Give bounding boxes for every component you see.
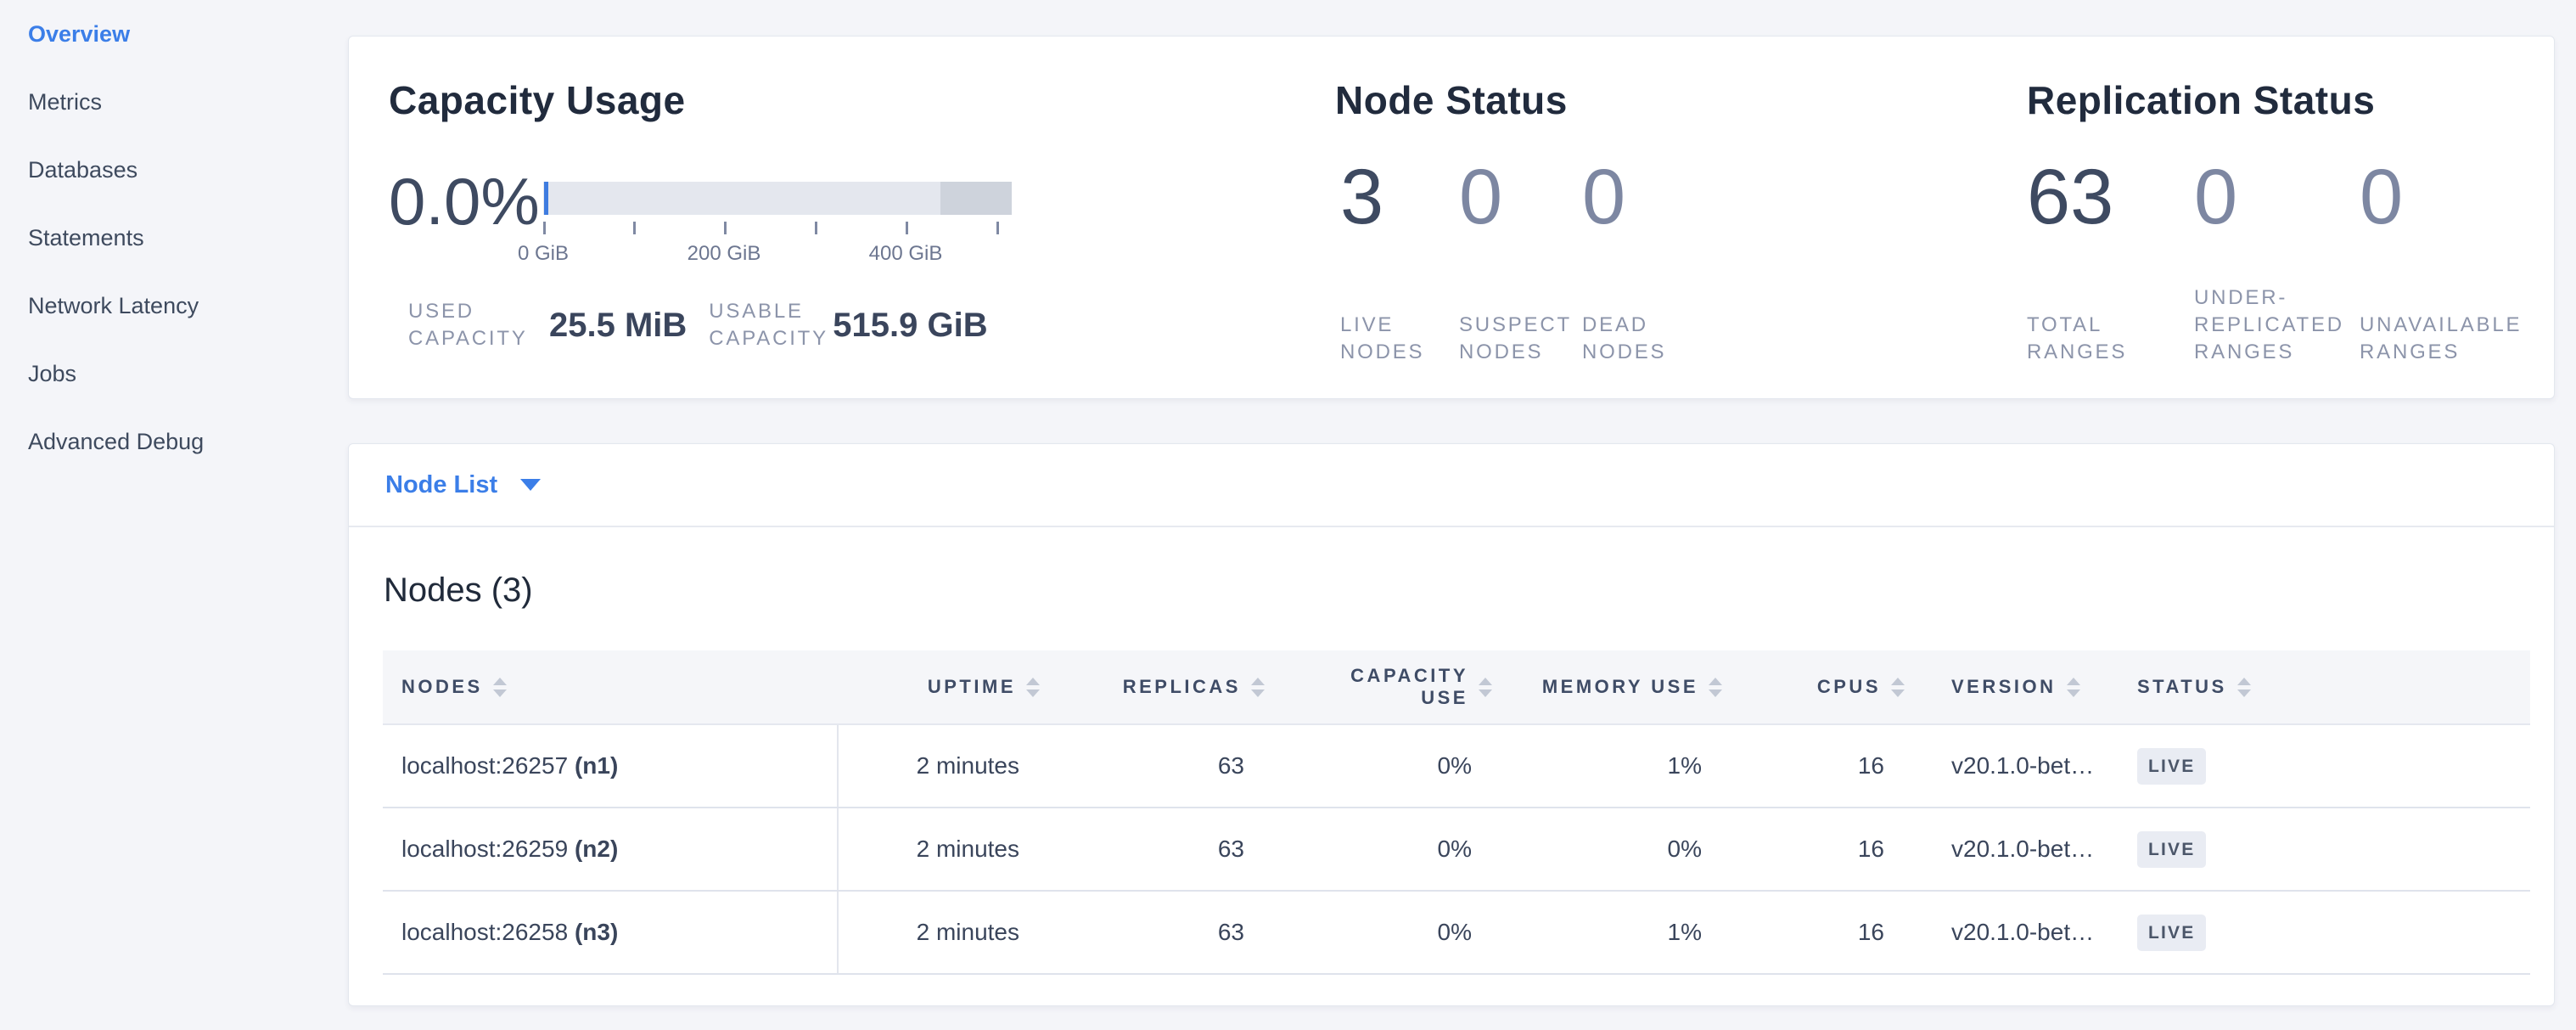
total-ranges-stat: 63 TOTAL RANGES: [2027, 158, 2180, 366]
column-header-uptime[interactable]: UPTIME: [838, 650, 1048, 724]
usable-capacity-label: USABLE CAPACITY: [709, 298, 828, 352]
live-nodes-label: LIVE NODES: [1340, 312, 1451, 366]
status-badge: LIVE: [2137, 915, 2206, 951]
version-cell: v20.1.0-bet…: [1913, 808, 2121, 891]
capacity-bar-reserved-segment: [940, 182, 1012, 215]
status-cell: LIVE: [2121, 808, 2530, 891]
node-status-title: Node Status: [1335, 77, 1568, 123]
node-address-cell: localhost:26257 (n1): [383, 724, 838, 808]
version-cell: v20.1.0-bet…: [1913, 891, 2121, 974]
node-address-cell: localhost:26259 (n2): [383, 808, 838, 891]
suspect-nodes-label: SUSPECT NODES: [1459, 312, 1569, 366]
live-nodes-value: 3: [1340, 158, 1451, 236]
replicas-cell: 63: [1048, 891, 1273, 974]
usable-capacity-value: 515.9 GiB: [833, 307, 987, 345]
capacity-axis-ticks: [543, 222, 1012, 234]
node-address-cell: localhost:26258 (n3): [383, 891, 838, 974]
table-row: localhost:26258 (n3) 2 minutes 63 0% 1% …: [383, 891, 2530, 974]
sidebar-item-jobs[interactable]: Jobs: [0, 340, 348, 408]
sort-icon: [2067, 678, 2080, 697]
status-badge: LIVE: [2137, 831, 2206, 868]
column-header-version[interactable]: VERSION: [1913, 650, 2121, 724]
cpus-cell: 16: [1731, 724, 1913, 808]
unavailable-ranges-value: 0: [2360, 158, 2572, 236]
cluster-summary-card: Capacity Usage 0.0% 0 GiB 200 GiB 400 Gi…: [348, 36, 2555, 399]
used-capacity-label: USED CAPACITY: [408, 298, 544, 352]
column-header-status[interactable]: STATUS: [2121, 650, 2530, 724]
suspect-nodes-value: 0: [1459, 158, 1569, 236]
replication-status-title: Replication Status: [2027, 77, 2375, 123]
replicas-cell: 63: [1048, 808, 1273, 891]
dead-nodes-stat: 0 DEAD NODES: [1582, 158, 1692, 366]
capacity-usage-bar: [543, 182, 1012, 215]
axis-label-400: 400 GiB: [869, 242, 943, 266]
column-header-nodes[interactable]: NODES: [383, 650, 838, 724]
axis-label-0: 0 GiB: [518, 242, 569, 266]
under-replicated-ranges-stat: 0 UNDER-REPLICATED RANGES: [2194, 158, 2377, 366]
column-header-memory-use[interactable]: MEMORY USE: [1501, 650, 1731, 724]
capacity-use-cell: 0%: [1273, 891, 1501, 974]
used-capacity-value: 25.5 MiB: [549, 307, 687, 345]
column-header-capacity-use[interactable]: CAPACITY USE: [1273, 650, 1501, 724]
sidebar-item-databases[interactable]: Databases: [0, 136, 348, 204]
total-ranges-value: 63: [2027, 158, 2180, 236]
sort-icon: [493, 678, 507, 697]
capacity-used-percent: 0.0%: [389, 168, 540, 234]
live-nodes-stat: 3 LIVE NODES: [1340, 158, 1451, 366]
status-cell: LIVE: [2121, 891, 2530, 974]
table-header-row: NODES UPTIME REPLICAS CAPACITY USE: [383, 650, 2530, 724]
status-badge: LIVE: [2137, 748, 2206, 785]
status-cell: LIVE: [2121, 724, 2530, 808]
sidebar: Overview Metrics Databases Statements Ne…: [0, 0, 348, 1030]
node-list-dropdown-label: Node List: [385, 471, 497, 499]
sidebar-item-metrics[interactable]: Metrics: [0, 68, 348, 136]
capacity-usage-title: Capacity Usage: [389, 77, 686, 123]
under-replicated-ranges-label: UNDER-REPLICATED RANGES: [2194, 284, 2377, 366]
node-id: (n2): [575, 836, 618, 862]
table-row: localhost:26259 (n2) 2 minutes 63 0% 0% …: [383, 808, 2530, 891]
capacity-use-cell: 0%: [1273, 808, 1501, 891]
axis-label-200: 200 GiB: [687, 242, 761, 266]
version-cell: v20.1.0-bet…: [1913, 724, 2121, 808]
unavailable-ranges-stat: 0 UNAVAILABLE RANGES: [2360, 158, 2572, 366]
dead-nodes-label: DEAD NODES: [1582, 312, 1692, 366]
capacity-bar-used-marker: [544, 182, 548, 215]
node-list-dropdown[interactable]: Node List: [349, 444, 2554, 527]
cpus-cell: 16: [1731, 808, 1913, 891]
node-list-card: Node List Nodes (3) NODES UPTIME: [348, 443, 2555, 1006]
node-id: (n1): [575, 752, 618, 779]
memory-use-cell: 1%: [1501, 724, 1731, 808]
sort-icon: [1026, 678, 1040, 697]
column-header-cpus[interactable]: CPUS: [1731, 650, 1913, 724]
column-header-replicas[interactable]: REPLICAS: [1048, 650, 1273, 724]
capacity-use-cell: 0%: [1273, 724, 1501, 808]
nodes-heading: Nodes (3): [384, 573, 533, 607]
uptime-cell: 2 minutes: [838, 724, 1048, 808]
sidebar-item-statements[interactable]: Statements: [0, 204, 348, 272]
replicas-cell: 63: [1048, 724, 1273, 808]
uptime-cell: 2 minutes: [838, 891, 1048, 974]
sort-icon: [1709, 678, 1722, 697]
sort-icon: [1479, 678, 1492, 697]
unavailable-ranges-label: UNAVAILABLE RANGES: [2360, 312, 2572, 366]
uptime-cell: 2 minutes: [838, 808, 1048, 891]
suspect-nodes-stat: 0 SUSPECT NODES: [1459, 158, 1569, 366]
total-ranges-label: TOTAL RANGES: [2027, 312, 2180, 366]
sort-icon: [2237, 678, 2251, 697]
capacity-stats: USED CAPACITY 25.5 MiB USABLE CAPACITY 5…: [408, 298, 988, 352]
under-replicated-ranges-value: 0: [2194, 158, 2377, 236]
dead-nodes-value: 0: [1582, 158, 1692, 236]
memory-use-cell: 1%: [1501, 891, 1731, 974]
cpus-cell: 16: [1731, 891, 1913, 974]
node-id: (n3): [575, 919, 618, 945]
chevron-down-icon: [520, 479, 541, 491]
sort-icon: [1891, 678, 1905, 697]
sidebar-item-overview[interactable]: Overview: [0, 0, 348, 68]
sidebar-item-network-latency[interactable]: Network Latency: [0, 272, 348, 340]
sort-icon: [1251, 678, 1265, 697]
table-row: localhost:26257 (n1) 2 minutes 63 0% 1% …: [383, 724, 2530, 808]
nodes-table: NODES UPTIME REPLICAS CAPACITY USE: [383, 650, 2530, 975]
memory-use-cell: 0%: [1501, 808, 1731, 891]
sidebar-item-advanced-debug[interactable]: Advanced Debug: [0, 408, 348, 476]
